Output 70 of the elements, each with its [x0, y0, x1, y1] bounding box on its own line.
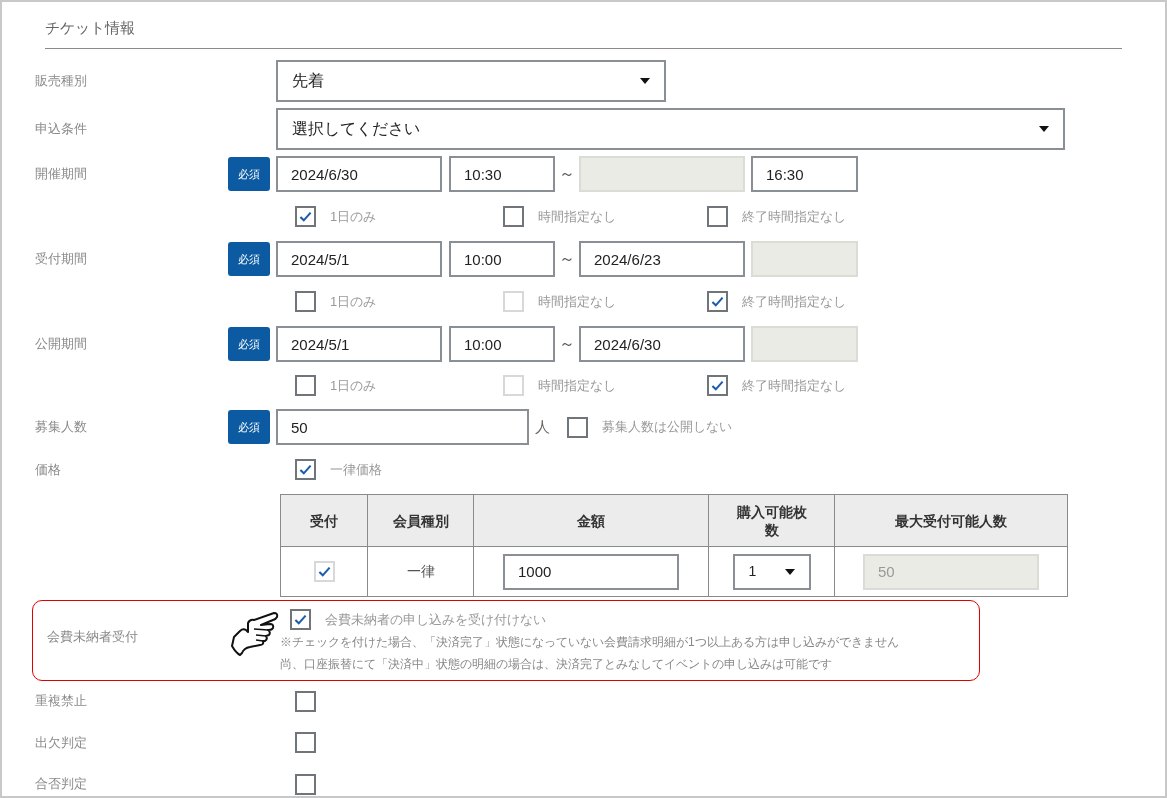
checkbox[interactable]	[295, 732, 316, 753]
section-title: チケット情報	[45, 19, 135, 36]
required-badge: 必須	[228, 242, 270, 276]
field-label: 価格	[35, 460, 62, 479]
note-text: ※チェックを付けた場合、「決済完了」状態になっていない会費請求明細が1つ以上ある方は申し込みができません	[280, 634, 899, 651]
checkbox-label: 時間指定なし	[538, 292, 616, 311]
checkbox-label: 時間指定なし	[538, 207, 616, 226]
checkbox[interactable]	[295, 375, 316, 396]
caret-icon	[1039, 126, 1049, 132]
caret-icon	[784, 568, 795, 575]
field-label: 販売種別	[35, 72, 88, 91]
checkbox[interactable]	[295, 206, 316, 227]
checkbox[interactable]	[707, 375, 728, 396]
select-field[interactable]: 選択してください	[276, 108, 1065, 150]
pointing-hand-icon	[228, 609, 280, 657]
input-field[interactable]: 2024/6/30	[579, 326, 745, 362]
input-field[interactable]: 2024/6/30	[276, 156, 442, 192]
range-separator: ～	[558, 164, 576, 184]
checkbox-label: 時間指定なし	[538, 376, 616, 395]
select-field[interactable]: 先着	[276, 60, 666, 102]
note-text: 尚、口座振替にて「決済中」状態の明細の場合は、決済完了とみなしてイベントの申し込みは可能です	[280, 656, 833, 673]
unit-label: 人	[535, 416, 550, 437]
checkbox-label: 終了時間指定なし	[742, 207, 846, 226]
checkbox-label: 1日のみ	[330, 376, 377, 395]
input-field[interactable]: 1000	[503, 553, 679, 590]
field-label: 受付期間	[35, 250, 88, 269]
input-field[interactable]: 50	[276, 409, 529, 445]
field-label: 会費未納者受付	[47, 628, 139, 646]
checkbox-label: 1日のみ	[330, 207, 377, 226]
field-label: 出欠判定	[35, 733, 88, 752]
required-badge: 必須	[228, 327, 270, 361]
checkbox-label: 終了時間指定なし	[742, 376, 846, 395]
field-label: 募集人数	[35, 418, 88, 437]
checkbox-label: 会費未納者の申し込みを受け付けない	[325, 610, 546, 629]
checkbox-label: 1日のみ	[330, 292, 377, 311]
input-field[interactable]: 10:00	[449, 241, 555, 277]
checkbox[interactable]	[707, 206, 728, 227]
checkbox[interactable]	[295, 459, 316, 480]
input-field[interactable]: 10:30	[449, 156, 555, 192]
table-cell: 一律	[367, 546, 474, 597]
field-label: 申込条件	[35, 120, 88, 139]
caret-icon	[640, 78, 650, 84]
range-separator: ～	[558, 334, 576, 354]
checkbox[interactable]	[290, 609, 311, 630]
select-field[interactable]: 1	[732, 553, 811, 590]
checkbox[interactable]	[503, 206, 524, 227]
input-field[interactable]: 10:00	[449, 326, 555, 362]
field-label: 重複禁止	[35, 692, 88, 711]
checkbox-label: 募集人数は公開しない	[602, 418, 732, 437]
column-header: 受付	[280, 494, 368, 547]
input-field[interactable]: 16:30	[751, 156, 858, 192]
column-header: 会員種別	[367, 494, 474, 547]
field-label: 合否判定	[35, 775, 88, 794]
field-label: 公開期間	[35, 335, 88, 354]
checkbox[interactable]	[295, 690, 316, 712]
checkbox-label: 終了時間指定なし	[742, 292, 846, 311]
column-header: 購入可能枚数	[708, 494, 835, 547]
required-badge: 必須	[228, 410, 270, 444]
input-field[interactable]: 2024/5/1	[276, 326, 442, 362]
range-separator: ～	[558, 249, 576, 269]
required-badge: 必須	[228, 157, 270, 191]
checkbox[interactable]	[295, 291, 316, 312]
input-field[interactable]: 2024/5/1	[276, 241, 442, 277]
field-label: 開催期間	[35, 165, 88, 184]
checkbox[interactable]	[707, 291, 728, 312]
checkbox[interactable]	[567, 416, 588, 438]
input-field[interactable]: 2024/6/23	[579, 241, 745, 277]
checkbox[interactable]	[295, 773, 316, 795]
column-header: 金額	[473, 494, 709, 547]
column-header: 最大受付可能人数	[834, 494, 1068, 547]
